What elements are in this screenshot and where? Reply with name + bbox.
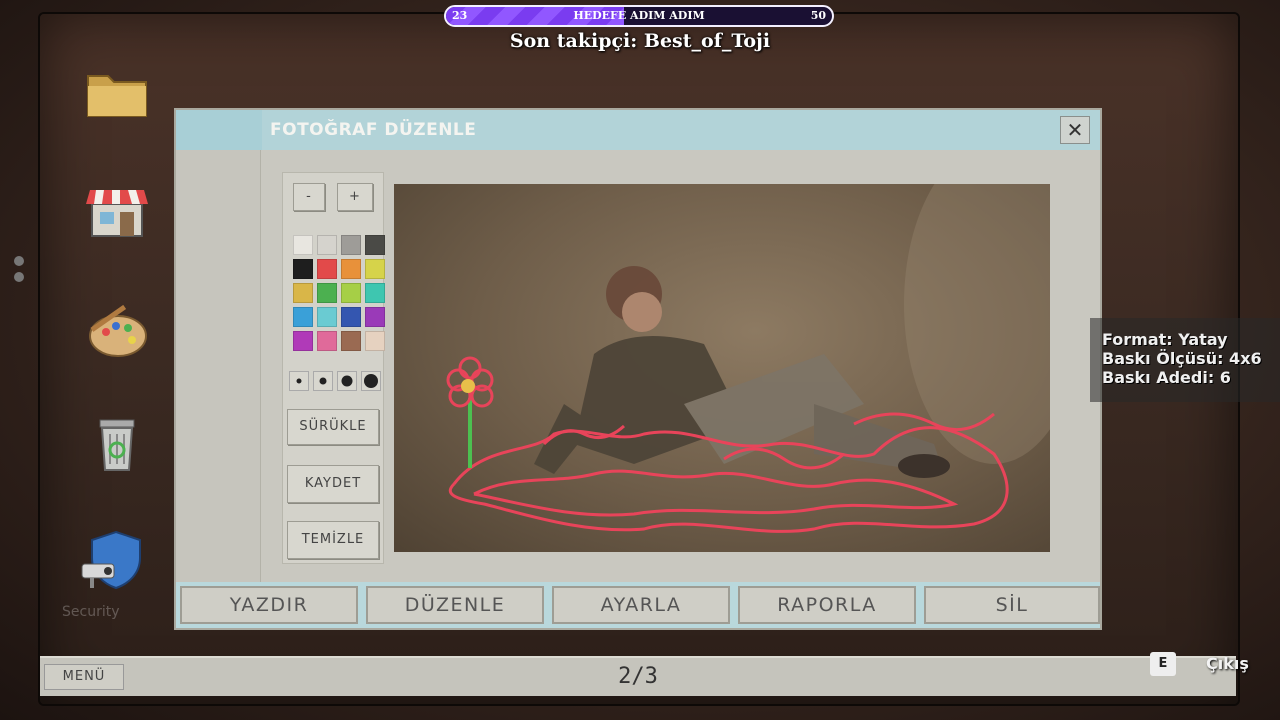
brush-size-m[interactable] xyxy=(337,371,357,391)
paint-palette-icon[interactable] xyxy=(82,296,152,366)
chat-overlay xyxy=(14,256,144,288)
color-swatch[interactable] xyxy=(293,307,313,327)
brush-dot-icon xyxy=(319,377,327,385)
color-swatch[interactable] xyxy=(365,307,385,327)
photo-canvas[interactable] xyxy=(394,184,1050,552)
goal-title: HEDEFE ADIM ADIM xyxy=(573,9,705,22)
security-icon-label: Security xyxy=(62,604,120,620)
color-swatch[interactable] xyxy=(293,235,313,255)
chat-row xyxy=(14,256,144,266)
brush-dot-icon xyxy=(296,378,302,384)
brush-dot-icon xyxy=(364,374,378,388)
last-follower-text: Son takipçi: Best_of_Toji xyxy=(509,30,771,52)
print-info-panel: Format: Yatay Baskı Ölçüsü: 4x6 Baskı Ad… xyxy=(1090,318,1280,402)
print-count: Baskı Adedi: 6 xyxy=(1102,368,1231,387)
edit-button[interactable]: DÜZENLE xyxy=(366,586,544,624)
color-swatch[interactable] xyxy=(341,259,361,279)
window-side-strip xyxy=(176,150,261,584)
action-bar: YAZDIR DÜZENLE AYARLA RAPORLA SİL xyxy=(176,582,1100,628)
color-swatch[interactable] xyxy=(293,331,313,351)
shop-icon[interactable] xyxy=(82,176,152,246)
window-titlebar[interactable]: FOTOĞRAF DÜZENLE ✕ xyxy=(176,110,1100,150)
color-swatch[interactable] xyxy=(317,235,337,255)
report-button[interactable]: RAPORLA xyxy=(738,586,916,624)
drawn-flower xyxy=(446,356,494,468)
brush-size-l[interactable] xyxy=(361,371,381,391)
zoom-in-button[interactable]: + xyxy=(337,183,373,211)
brush-size-s[interactable] xyxy=(313,371,333,391)
color-swatch[interactable] xyxy=(317,283,337,303)
color-swatch[interactable] xyxy=(341,331,361,351)
clear-button[interactable]: TEMİZLE xyxy=(287,521,379,559)
photo-edit-window: FOTOĞRAF DÜZENLE ✕ - + SÜRÜKLE KAYDET TE… xyxy=(174,108,1102,630)
taskbar: MENÜ 2/3 xyxy=(40,656,1236,696)
avatar xyxy=(14,256,24,266)
page-indicator: 2/3 xyxy=(618,664,658,689)
security-camera-shield-icon[interactable] xyxy=(78,526,148,596)
goal-target: 50 xyxy=(810,9,826,22)
close-button[interactable]: ✕ xyxy=(1060,116,1090,144)
recycle-bin-icon[interactable] xyxy=(82,410,152,480)
goal-progress-bar: 23 HEDEFE ADIM ADIM 50 xyxy=(444,5,834,27)
color-swatch[interactable] xyxy=(317,259,337,279)
zoom-out-button[interactable]: - xyxy=(293,183,325,211)
color-swatch[interactable] xyxy=(317,307,337,327)
color-swatch[interactable] xyxy=(341,307,361,327)
color-swatch[interactable] xyxy=(341,235,361,255)
color-swatch[interactable] xyxy=(293,283,313,303)
color-swatch[interactable] xyxy=(365,331,385,351)
chat-row xyxy=(14,272,144,282)
color-swatch[interactable] xyxy=(341,283,361,303)
print-size: Baskı Ölçüsü: 4x6 xyxy=(1102,349,1262,368)
save-button[interactable]: KAYDET xyxy=(287,465,379,503)
exit-label[interactable]: Çıkış xyxy=(1206,654,1249,673)
folder-icon[interactable] xyxy=(82,58,152,128)
brush-dot-icon xyxy=(341,375,353,387)
photo-image xyxy=(446,184,1050,533)
print-format: Format: Yatay xyxy=(1102,330,1228,349)
delete-button[interactable]: SİL xyxy=(924,586,1100,624)
brush-size-xs[interactable] xyxy=(289,371,309,391)
color-swatch[interactable] xyxy=(365,283,385,303)
window-title: FOTOĞRAF DÜZENLE xyxy=(270,120,477,140)
color-swatch[interactable] xyxy=(293,259,313,279)
color-swatch[interactable] xyxy=(317,331,337,351)
adjust-button[interactable]: AYARLA xyxy=(552,586,730,624)
tool-panel: - + SÜRÜKLE KAYDET TEMİZLE xyxy=(282,172,385,564)
drag-button[interactable]: SÜRÜKLE xyxy=(287,409,379,445)
avatar xyxy=(14,272,24,282)
exit-key-hint: E xyxy=(1150,652,1176,676)
print-button[interactable]: YAZDIR xyxy=(180,586,358,624)
color-swatch[interactable] xyxy=(365,235,385,255)
color-swatch[interactable] xyxy=(365,259,385,279)
